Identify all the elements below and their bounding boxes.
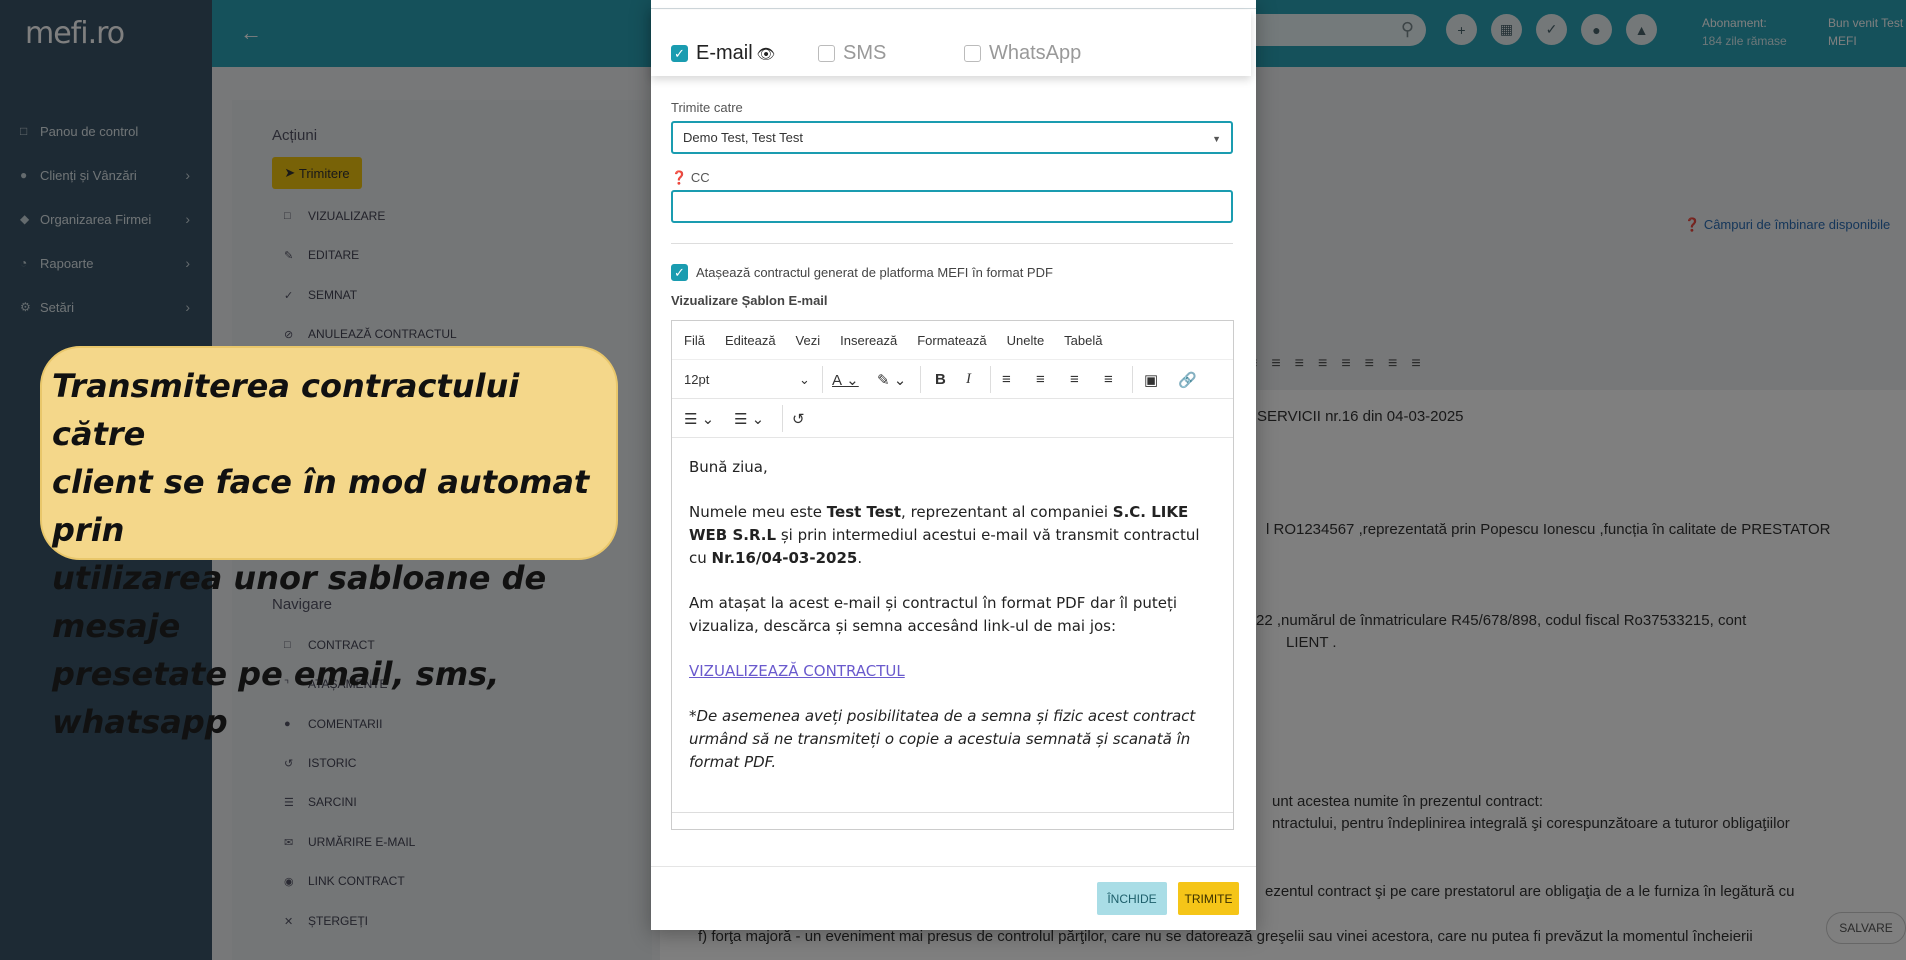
align-justify-icon[interactable]: ≡ — [1104, 360, 1113, 399]
image-icon[interactable]: ▣ — [1144, 360, 1158, 399]
send-to-label: Trimite catre — [671, 100, 743, 115]
contract-number: Nr.16/04-03-2025 — [711, 549, 858, 567]
channel-whatsapp[interactable]: WhatsApp — [964, 42, 1081, 65]
channel-email[interactable]: ✓ E-mail 👁 — [671, 42, 776, 65]
cc-input[interactable] — [671, 190, 1233, 223]
send-button[interactable]: TRIMITE — [1178, 882, 1239, 915]
text-color-icon[interactable]: A ⌄ — [832, 360, 859, 399]
question-icon: ❓ — [671, 170, 688, 185]
send-to-value: Demo Test, Test Test — [683, 130, 803, 145]
editor-statusbar — [672, 812, 1233, 829]
toolbar-separator — [782, 405, 783, 432]
email-checkbox[interactable]: ✓ — [671, 45, 688, 62]
modal-footer-divider — [651, 866, 1256, 867]
chevron-down-icon: ⌄ — [799, 371, 810, 387]
cc-label-row: ❓ CC — [671, 170, 710, 186]
menu-format[interactable]: Formatează — [917, 333, 986, 348]
cc-label: CC — [690, 170, 710, 185]
email-greeting: Bună ziua, — [689, 458, 768, 476]
italic-icon[interactable]: I — [966, 360, 971, 399]
caret-down-icon: ▼ — [1212, 134, 1221, 144]
attach-pdf-label: Atașează contractul generat de platforma… — [696, 265, 1053, 280]
modal-top-border — [651, 8, 1256, 9]
email-link-row: VIZUALIZEAZĂ CONTRACTUL — [689, 660, 1216, 683]
align-right-icon[interactable]: ≡ — [1070, 360, 1079, 399]
whatsapp-checkbox[interactable] — [964, 45, 981, 62]
menu-file[interactable]: Filă — [684, 333, 705, 348]
menu-edit[interactable]: Editează — [725, 333, 776, 348]
text-span: , reprezentant al companiei — [901, 503, 1113, 521]
email-template-editor: Filă Editează Vezi Inserează Formatează … — [671, 320, 1234, 830]
attach-pdf-option[interactable]: ✓ Atașează contractul generat de platfor… — [671, 264, 1053, 281]
template-preview-title: Vizualizare Șablon E-mail — [671, 293, 828, 308]
menu-tools[interactable]: Unelte — [1007, 333, 1045, 348]
send-to-select[interactable]: Demo Test, Test Test ▼ — [671, 121, 1233, 154]
link-icon[interactable]: 🔗 — [1178, 360, 1197, 399]
email-paragraph-1: Numele meu este Test Test, reprezentant … — [689, 501, 1216, 570]
channel-email-label: E-mail — [696, 42, 753, 64]
highlight-icon[interactable]: ✎ ⌄ — [877, 360, 906, 399]
menu-table[interactable]: Tabelă — [1064, 333, 1102, 348]
channel-sms[interactable]: SMS — [818, 42, 886, 65]
divider — [671, 243, 1233, 244]
editor-menubar: Filă Editează Vezi Inserează Formatează … — [672, 321, 1233, 360]
view-contract-link[interactable]: VIZUALIZEAZĂ CONTRACTUL — [689, 662, 905, 680]
editor-toolbar-row-1: 12pt ⌄ A ⌄ ✎ ⌄ B I ≡ ≡ ≡ ≡ ▣ 🔗 — [672, 360, 1233, 399]
numbered-list-icon[interactable]: ☰ ⌄ — [734, 399, 764, 438]
font-size-select[interactable]: 12pt ⌄ — [684, 360, 814, 399]
close-button[interactable]: ÎNCHIDE — [1097, 882, 1167, 915]
channel-whatsapp-label: WhatsApp — [989, 42, 1082, 64]
callout-text: Transmiterea contractului către client s… — [52, 367, 590, 741]
attach-pdf-checkbox[interactable]: ✓ — [671, 264, 688, 281]
eye-icon[interactable]: 👁 — [757, 45, 776, 63]
toolbar-separator — [990, 366, 991, 393]
sender-name: Test Test — [826, 503, 902, 521]
bullet-list-icon[interactable]: ☰ ⌄ — [684, 399, 714, 438]
toolbar-separator — [1132, 366, 1133, 393]
channel-selector: ✓ E-mail 👁 SMS WhatsApp — [651, 10, 1251, 76]
email-body[interactable]: Bună ziua, Numele meu este Test Test, re… — [672, 438, 1233, 813]
send-contract-modal: ✓ E-mail 👁 SMS WhatsApp Trimite catre De… — [651, 0, 1256, 930]
align-center-icon[interactable]: ≡ — [1036, 360, 1045, 399]
bold-icon[interactable]: B — [935, 360, 946, 399]
toolbar-separator — [920, 366, 921, 393]
editor-toolbar-row-2: ☰ ⌄ ☰ ⌄ ↺ — [672, 399, 1233, 438]
email-paragraph-2: Am atașat la acest e-mail și contractul … — [689, 594, 1178, 635]
toolbar-separator — [822, 366, 823, 393]
align-left-icon[interactable]: ≡ — [1002, 360, 1011, 399]
email-paragraph-3: *De asemenea aveți posibilitatea de a se… — [689, 707, 1196, 771]
history-icon[interactable]: ↺ — [792, 399, 805, 438]
text-span: Numele meu este — [689, 503, 827, 521]
info-callout: Transmiterea contractului către client s… — [40, 346, 618, 741]
menu-view[interactable]: Vezi — [796, 333, 821, 348]
sms-checkbox[interactable] — [818, 45, 835, 62]
channel-sms-label: SMS — [843, 42, 887, 64]
font-size-value: 12pt — [684, 372, 710, 387]
menu-insert[interactable]: Inserează — [840, 333, 897, 348]
text-span: . — [857, 549, 863, 567]
